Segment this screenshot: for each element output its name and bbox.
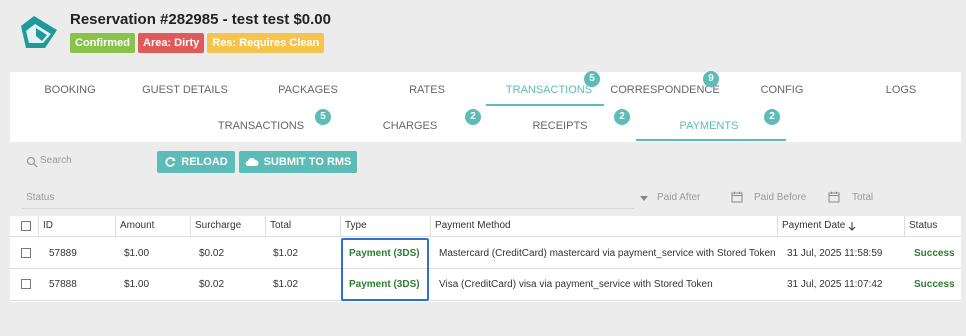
submit-label: SUBMIT TO RMS: [263, 156, 352, 168]
submit-to-rms-button[interactable]: SUBMIT TO RMS: [239, 151, 357, 173]
row-surcharge: $0.02: [199, 248, 225, 259]
header-divider: [10, 236, 961, 237]
status-filter[interactable]: Status: [26, 192, 54, 203]
cloud-icon: [245, 157, 259, 167]
subtab-receipts[interactable]: RECEIPTS: [510, 120, 610, 132]
row-total: $1.02: [273, 248, 299, 259]
toolbar: Search RELOAD SUBMIT TO RMS: [10, 145, 961, 179]
paid-after-field[interactable]: Paid After: [657, 192, 700, 203]
row-id: 57889: [49, 248, 77, 259]
row-payment-method: Mastercard (CreditCard) mastercard via p…: [439, 248, 776, 259]
calendar-icon[interactable]: [731, 191, 743, 203]
tab-guest-details[interactable]: GUEST DETAILS: [135, 84, 235, 96]
row-payment-date: 31 Jul, 2025 11:58:59: [787, 248, 883, 259]
correspondence-count-badge: 9: [703, 71, 719, 87]
tab-packages[interactable]: PACKAGES: [263, 84, 353, 96]
total-field[interactable]: Total: [852, 192, 873, 203]
subtab-receipts-count-badge: 2: [614, 109, 630, 125]
tab-booking[interactable]: BOOKING: [25, 84, 115, 96]
column-header-status[interactable]: Status: [904, 216, 961, 236]
select-all-checkbox[interactable]: [21, 221, 31, 231]
status-badge-area: Area: Dirty: [138, 33, 205, 53]
row-checkbox[interactable]: [21, 279, 31, 289]
row-checkbox[interactable]: [21, 248, 31, 258]
column-header-id[interactable]: ID: [38, 216, 115, 236]
reservation-badges: Confirmed Area: Dirty Res: Requires Clea…: [70, 33, 325, 53]
payment-date-header-label: Payment Date: [782, 220, 846, 231]
subtab-payments[interactable]: PAYMENTS: [659, 120, 759, 132]
status-filter-line: [22, 208, 634, 209]
subtab-transactions-count-badge: 5: [315, 109, 331, 125]
search-input[interactable]: Search: [40, 155, 72, 166]
row-status: Success: [914, 248, 955, 259]
arrow-down-icon: [848, 222, 856, 231]
type-column-highlight: [341, 238, 429, 301]
subtab-charges[interactable]: CHARGES: [360, 120, 460, 132]
row-status: Success: [914, 279, 955, 290]
row-surcharge: $0.02: [199, 279, 225, 290]
status-badge-confirmed: Confirmed: [70, 33, 135, 53]
row-payment-date: 31 Jul, 2025 11:07:42: [787, 279, 883, 290]
tab-rates[interactable]: RATES: [382, 84, 472, 96]
subtab-transactions[interactable]: TRANSACTIONS: [206, 120, 316, 132]
calendar-icon[interactable]: [828, 191, 840, 203]
reload-label: RELOAD: [181, 156, 228, 168]
row-total: $1.02: [273, 279, 299, 290]
reservation-title: Reservation #282985 - test test $0.00: [70, 11, 331, 28]
subtab-payments-count-badge: 2: [764, 109, 780, 125]
payments-table: ID Amount Surcharge Total Type Payment M…: [10, 216, 961, 302]
column-header-payment-method[interactable]: Payment Method: [430, 216, 777, 236]
row-divider: [10, 268, 961, 269]
secondary-tab-active-underline: [636, 139, 786, 141]
row-id: 57888: [49, 279, 77, 290]
filter-bar: Status Paid After Paid Before Total: [10, 180, 961, 216]
subtab-charges-count-badge: 2: [465, 109, 481, 125]
chevron-down-icon[interactable]: [640, 196, 648, 202]
row-payment-method: Visa (CreditCard) visa via payment_servi…: [439, 279, 713, 290]
status-badge-res: Res: Requires Clean: [207, 33, 325, 53]
row-amount: $1.00: [124, 248, 150, 259]
column-header-surcharge[interactable]: Surcharge: [190, 216, 265, 236]
tab-correspondence[interactable]: CORRESPONDENCE: [609, 84, 721, 96]
transactions-count-badge: 5: [584, 71, 600, 87]
app-logo-icon: [21, 16, 57, 48]
row-amount: $1.00: [124, 279, 150, 290]
tab-logs[interactable]: LOGS: [856, 84, 946, 96]
primary-tabs: BOOKING GUEST DETAILS PACKAGES RATES TRA…: [10, 71, 961, 106]
column-header-total[interactable]: Total: [265, 216, 340, 236]
paid-before-field[interactable]: Paid Before: [754, 192, 806, 203]
column-header-amount[interactable]: Amount: [115, 216, 190, 236]
tab-config[interactable]: CONFIG: [737, 84, 827, 96]
table-bottom-divider: [10, 300, 961, 301]
primary-tab-active-underline: [486, 104, 604, 106]
column-header-type[interactable]: Type: [340, 216, 430, 236]
search-icon: [26, 156, 38, 168]
refresh-icon: [165, 157, 176, 167]
column-header-payment-date[interactable]: Payment Date: [777, 216, 904, 236]
reservation-header: Reservation #282985 - test test $0.00 Co…: [0, 0, 966, 70]
secondary-tabs: TRANSACTIONS 5 CHARGES 2 RECEIPTS 2 PAYM…: [10, 109, 961, 142]
reload-button[interactable]: RELOAD: [157, 151, 235, 173]
